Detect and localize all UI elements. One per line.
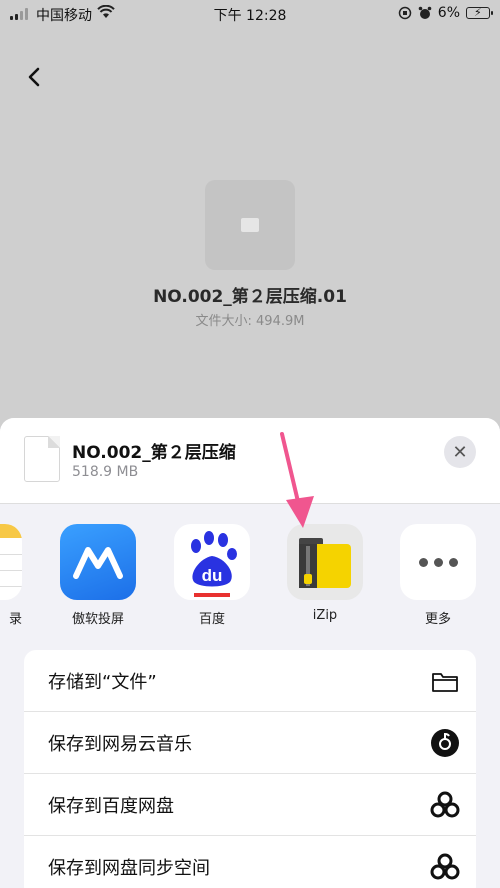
svg-text:du: du <box>202 566 223 585</box>
share-file-size: 518.9 MB <box>72 464 139 480</box>
status-bar: 中国移动 下午 12:28 6% ⚡ <box>0 0 500 28</box>
action-save-to-netease-music[interactable]: 保存到网易云音乐 <box>24 712 476 774</box>
close-icon: ✕ <box>452 441 468 463</box>
action-label: 保存到网盘同步空间 <box>48 858 210 879</box>
app-label: iZip <box>312 608 338 623</box>
app-apowermirror[interactable]: 傲软投屏 <box>58 524 138 627</box>
app-more[interactable]: 更多 <box>398 524 478 627</box>
share-sheet: NO.002_第２层压缩 518.9 MB ✕ 录 傲软投屏 du 百度 iZi… <box>0 418 500 888</box>
battery-percent: 6% <box>437 5 460 21</box>
preview-file-name: NO.002_第２层压缩.01 <box>153 287 347 307</box>
document-icon <box>24 436 60 482</box>
baidu-icon: du <box>174 524 250 600</box>
app-notes[interactable]: 录 <box>0 524 24 627</box>
notes-icon <box>0 524 22 600</box>
app-izip[interactable]: iZip <box>285 524 365 623</box>
app-label: 更多 <box>424 612 451 627</box>
app-baidu[interactable]: du 百度 <box>172 524 252 627</box>
file-thumbnail <box>205 180 295 270</box>
app-label: 百度 <box>198 612 225 627</box>
app-row: 录 傲软投屏 du 百度 iZip 更多 <box>0 504 500 634</box>
preview-file-size: 文件大小: 494.9M <box>195 314 305 329</box>
battery-icon: ⚡ <box>466 6 493 19</box>
more-icon <box>400 524 476 600</box>
netease-music-icon <box>431 729 459 757</box>
app-label: 录 <box>8 612 22 627</box>
close-button[interactable]: ✕ <box>444 436 476 468</box>
netdisk-sync-icon <box>430 853 460 880</box>
folder-icon <box>432 673 458 692</box>
action-save-to-netdisk-sync[interactable]: 保存到网盘同步空间 <box>24 836 476 888</box>
izip-icon <box>287 524 363 600</box>
action-label: 保存到网易云音乐 <box>48 733 192 755</box>
action-save-to-baidu-netdisk[interactable]: 保存到百度网盘 <box>24 774 476 836</box>
apowermirror-icon <box>60 524 136 600</box>
action-label: 存储到“文件” <box>48 671 157 693</box>
file-placeholder-icon <box>241 218 259 232</box>
app-label: 傲软投屏 <box>71 612 124 627</box>
back-chevron-icon[interactable] <box>24 64 44 90</box>
share-file-title: NO.002_第２层压缩 <box>72 443 236 463</box>
baidu-netdisk-icon <box>430 791 460 818</box>
orientation-lock-icon <box>398 6 412 20</box>
action-save-to-files[interactable]: 存储到“文件” <box>24 650 476 712</box>
share-sheet-header: NO.002_第２层压缩 518.9 MB ✕ <box>0 418 500 504</box>
annotation-arrow-icon <box>280 432 314 528</box>
action-list: 存储到“文件” 保存到网易云音乐 保存到百度网盘 保存到网盘同步空间 <box>24 650 476 888</box>
action-label: 保存到百度网盘 <box>48 795 174 817</box>
alarm-icon <box>418 6 432 19</box>
